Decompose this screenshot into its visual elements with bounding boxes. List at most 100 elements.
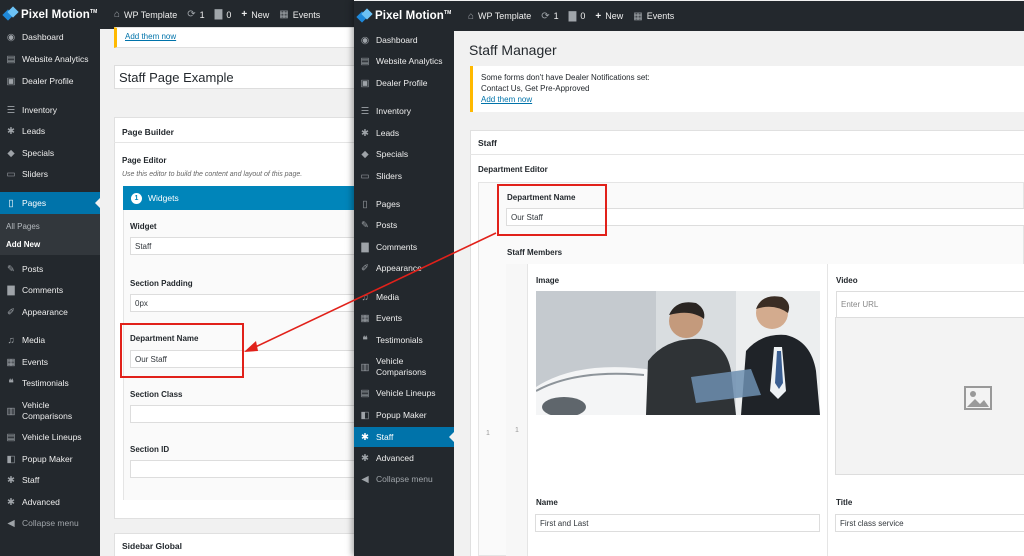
sidebar-item-comments[interactable]: ▇ Comments xyxy=(354,242,454,253)
sidebar-item-media[interactable]: ♫ Media xyxy=(0,335,100,346)
sidebar-item-dashboard[interactable]: ◉ Dashboard xyxy=(354,35,454,46)
lineup-icon: ▤ xyxy=(6,432,16,443)
row-handle[interactable] xyxy=(506,264,528,556)
sidebar-item-testimonials[interactable]: ❝ Testimonials xyxy=(354,335,454,346)
slider-icon: ▭ xyxy=(360,171,370,182)
sidebar-item-advanced[interactable]: ✱ Advanced xyxy=(0,497,100,508)
media-icon: ♫ xyxy=(7,335,15,346)
sidebar-item-vehicle-comparisons[interactable]: ▥ Vehicle Comparisons xyxy=(354,356,434,378)
comments-link[interactable]: ▇ 0 xyxy=(569,11,586,22)
comment-bubble-icon: ▇ xyxy=(214,9,223,20)
sidebar-item-pages[interactable]: ▯ Pages xyxy=(0,192,100,214)
home-icon: ⌂ xyxy=(468,10,475,22)
video-url-input[interactable]: Enter URL xyxy=(836,291,1024,318)
lineup-icon: ▤ xyxy=(360,388,370,399)
widgets-bar[interactable]: 1 Widgets xyxy=(123,186,355,210)
collapse-menu-button[interactable]: ◀ Collapse menu xyxy=(354,474,454,485)
site-link[interactable]: ⌂ WP Template xyxy=(114,9,177,20)
sidebar-item-comments[interactable]: ▇ Comments xyxy=(0,285,100,296)
sidebar-item-specials[interactable]: ◆ Specials xyxy=(0,148,100,159)
submenu-add-new[interactable]: Add New xyxy=(6,240,40,249)
collapse-icon: ◀ xyxy=(7,518,15,529)
section-id-input[interactable] xyxy=(130,460,355,478)
gear-icon: ✱ xyxy=(361,453,369,464)
sidebar-item-popup-maker[interactable]: ◧ Popup Maker xyxy=(0,454,100,465)
sidebar-item-website-analytics[interactable]: ▤ Website Analytics xyxy=(0,54,100,65)
updates-link[interactable]: ⟳ 1 xyxy=(541,11,558,22)
name-input[interactable]: First and Last xyxy=(535,514,820,532)
sidebar-item-staff[interactable]: ✱ Staff xyxy=(0,475,100,486)
comments-link[interactable]: ▇ 0 xyxy=(215,9,232,20)
calendar-icon: ▦ xyxy=(6,357,16,368)
left-admin-window: Pixel MotionTM ⌂ WP Template ⟳ 1 ▇ 0 + New ▦… xyxy=(0,0,355,556)
title-input[interactable]: First class service xyxy=(835,514,1024,532)
sidebar-item-posts[interactable]: ✎ Posts xyxy=(354,220,454,231)
sidebar-item-testimonials[interactable]: ❝ Testimonials xyxy=(0,378,100,389)
chart-icon: ▤ xyxy=(6,54,16,65)
sidebar-item-appearance[interactable]: ✐ Appearance xyxy=(0,307,100,318)
sidebar-item-posts[interactable]: ✎ Posts xyxy=(0,264,100,275)
site-link[interactable]: ⌂ WP Template xyxy=(468,11,531,22)
events-link[interactable]: ▦ Events xyxy=(633,11,674,22)
sidebar-item-vehicle-comparisons[interactable]: ▥ Vehicle Comparisons xyxy=(0,400,95,422)
sidebar-item-leads[interactable]: ✱ Leads xyxy=(354,128,454,139)
staff-box-title: Staff xyxy=(478,138,497,148)
add-them-now-link[interactable]: Add them now xyxy=(125,32,176,41)
sidebar-item-media[interactable]: ♫ Media xyxy=(354,292,454,303)
new-link[interactable]: + New xyxy=(241,9,269,20)
sidebar-item-dealer-profile[interactable]: ▣ Dealer Profile xyxy=(354,78,454,89)
widget-select[interactable]: Staff xyxy=(130,237,355,255)
sidebar-item-advanced[interactable]: ✱ Advanced xyxy=(354,453,454,464)
refresh-icon: ⟳ xyxy=(187,9,196,20)
admin-sidebar: ◉ Dashboard ▤ Website Analytics ▣ Dealer Pr… xyxy=(354,31,454,556)
sidebar-item-events[interactable]: ▦ Events xyxy=(0,357,100,368)
section-class-input[interactable] xyxy=(130,405,355,423)
brand-logo[interactable]: Pixel MotionTM xyxy=(0,6,114,22)
gear-icon: ✱ xyxy=(7,497,15,508)
submenu-all-pages[interactable]: All Pages xyxy=(6,222,40,231)
sidebar-item-inventory[interactable]: ☰ Inventory xyxy=(354,106,454,117)
sidebar-item-leads[interactable]: ✱ Leads xyxy=(0,126,100,137)
updates-link[interactable]: ⟳ 1 xyxy=(187,9,204,20)
profile-icon: ▣ xyxy=(360,78,370,89)
notice-line-2: Contact Us, Get Pre-Approved xyxy=(481,84,590,93)
compare-icon: ▥ xyxy=(6,405,16,417)
image-icon xyxy=(964,386,992,410)
section-class-label: Section Class xyxy=(130,390,183,399)
brand-logo[interactable]: Pixel MotionTM xyxy=(354,7,468,24)
calendar-icon: ▦ xyxy=(360,313,370,324)
sidebar-item-specials[interactable]: ◆ Specials xyxy=(354,149,454,160)
sidebar-item-sliders[interactable]: ▭ Sliders xyxy=(0,169,100,180)
sidebar-item-popup-maker[interactable]: ◧ Popup Maker xyxy=(354,410,454,421)
pixel-motion-logo-icon xyxy=(2,6,19,22)
staff-photo[interactable] xyxy=(536,291,820,415)
sidebar-item-dashboard[interactable]: ◉ Dashboard xyxy=(0,32,100,43)
sidebar-item-vehicle-lineups[interactable]: ▤ Vehicle Lineups xyxy=(0,432,100,443)
events-link[interactable]: ▦ Events xyxy=(279,9,320,20)
slider-icon: ▭ xyxy=(6,169,16,180)
profile-icon: ▣ xyxy=(6,76,16,87)
home-icon: ⌂ xyxy=(114,9,121,20)
page-editor-label: Page Editor xyxy=(122,156,167,165)
column-divider xyxy=(827,264,828,556)
quote-icon: ❝ xyxy=(8,378,14,389)
add-them-now-link[interactable]: Add them now xyxy=(481,94,1022,105)
sidebar-item-vehicle-lineups[interactable]: ▤ Vehicle Lineups xyxy=(354,388,454,399)
brand-trademark: TM xyxy=(443,10,452,16)
brand-name: Pixel Motion xyxy=(21,8,90,21)
sidebar-item-events[interactable]: ▦ Events xyxy=(354,313,454,324)
sidebar-item-pages[interactable]: ▯ Pages xyxy=(354,199,454,210)
video-thumbnail-placeholder[interactable] xyxy=(835,317,1024,475)
sidebar-item-inventory[interactable]: ☰ Inventory xyxy=(0,105,100,116)
section-padding-input[interactable]: 0px xyxy=(130,294,355,312)
sidebar-item-staff[interactable]: ✱ Staff xyxy=(354,427,454,447)
sidebar-item-appearance[interactable]: ✐ Appearance xyxy=(354,263,454,274)
new-link[interactable]: + New xyxy=(595,11,623,22)
sidebar-item-sliders[interactable]: ▭ Sliders xyxy=(354,171,454,182)
collapse-menu-button[interactable]: ◀ Collapse menu xyxy=(0,518,100,529)
dashboard-icon: ◉ xyxy=(6,32,16,43)
sidebar-item-website-analytics[interactable]: ▤ Website Analytics xyxy=(354,56,454,67)
page-title-input[interactable]: Staff Page Example xyxy=(114,65,355,89)
page-heading: Staff Manager xyxy=(469,42,557,58)
sidebar-item-dealer-profile[interactable]: ▣ Dealer Profile xyxy=(0,76,100,87)
